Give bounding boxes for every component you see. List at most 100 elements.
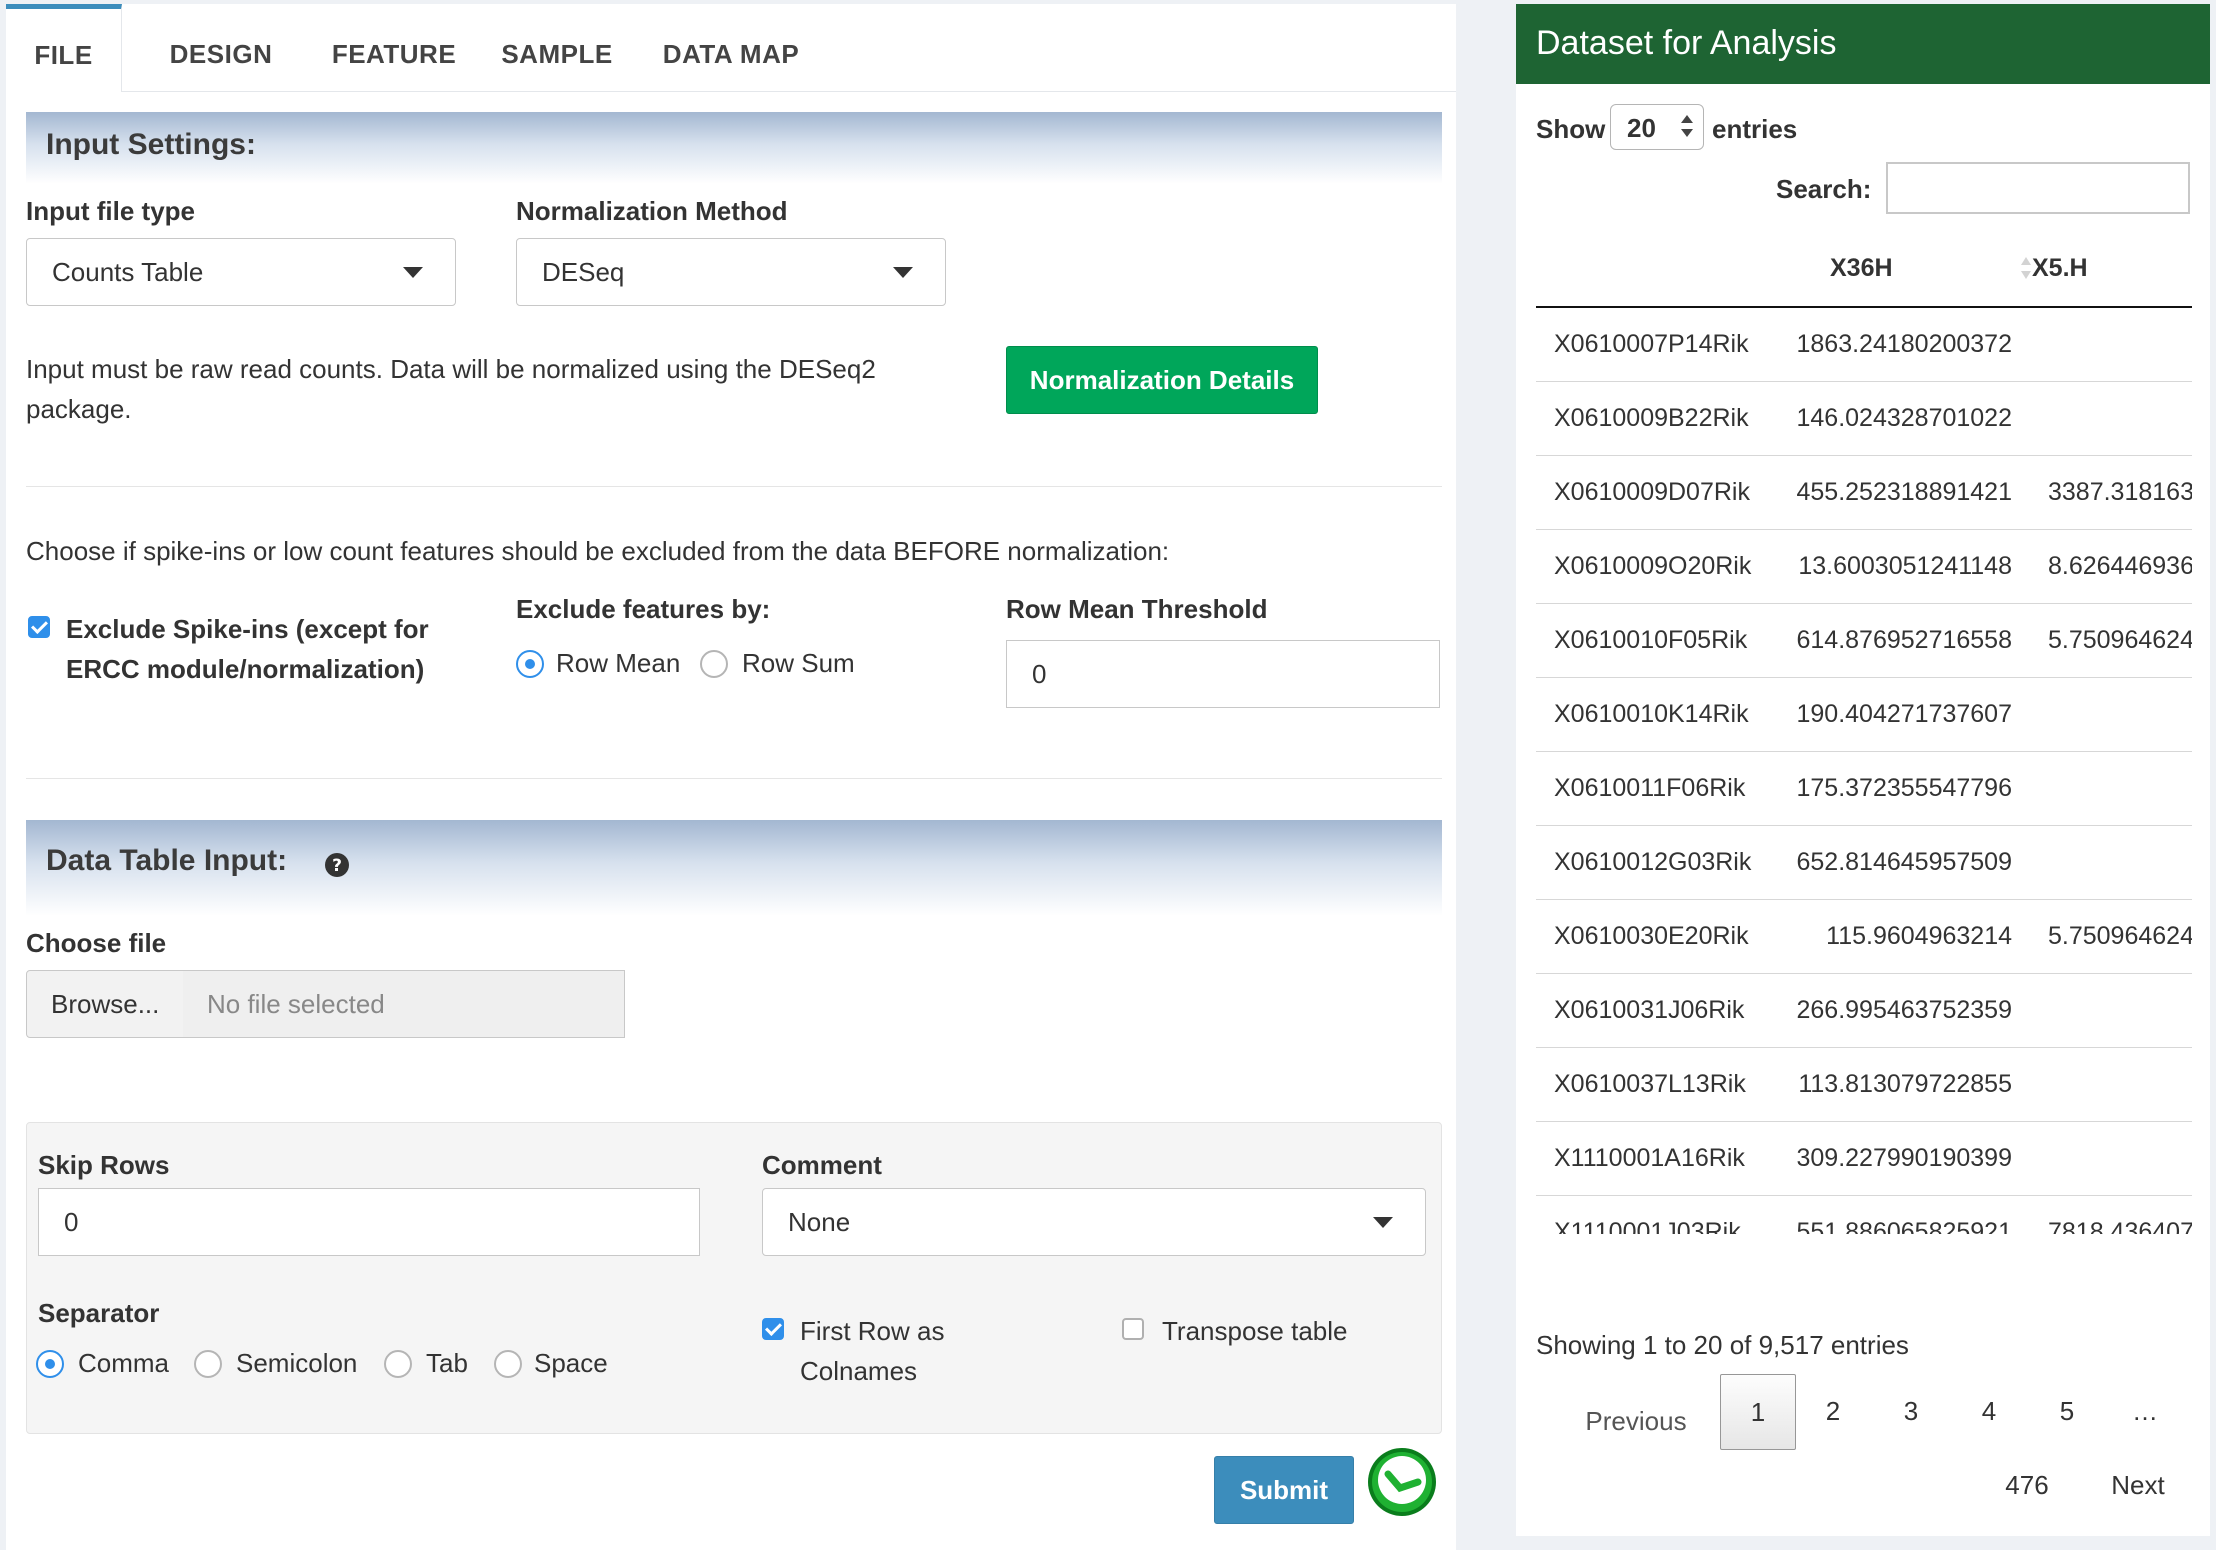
table-row[interactable]: X0610010K14Rik 190.404271737607: [1536, 678, 2192, 752]
table-row[interactable]: X0610009B22Rik 146.024328701022: [1536, 382, 2192, 456]
table-row[interactable]: X0610009D07Rik 455.252318891421 3387.31816…: [1536, 456, 2192, 530]
radio-space[interactable]: [494, 1350, 522, 1378]
pagination-page-3[interactable]: 3: [1876, 1386, 1946, 1456]
table-row[interactable]: X0610012G03Rik 652.814645957509: [1536, 826, 2192, 900]
radio-tab[interactable]: [384, 1350, 412, 1378]
column-header-x36h[interactable]: X36H: [1830, 254, 1893, 283]
entries-label: entries: [1712, 114, 1798, 144]
caret-down-icon: [403, 267, 423, 278]
pagination-next[interactable]: Next: [2088, 1460, 2188, 1510]
caret-down-icon: [893, 267, 913, 278]
normalization-details-button[interactable]: Normalization Details: [1006, 346, 1318, 414]
browse-button[interactable]: Browse...: [26, 970, 184, 1038]
file-options-well: [26, 1122, 1442, 1434]
pagination-page-1[interactable]: 1: [1720, 1374, 1796, 1450]
cell-x36h: 115.9604963214: [1826, 922, 2012, 950]
cell-x36h: 455.252318891421: [1796, 478, 2012, 506]
cell-feature-name: X0610007P14Rik: [1554, 330, 1749, 358]
pagination-last-page[interactable]: 476: [1982, 1460, 2072, 1510]
pagination-page-2[interactable]: 2: [1798, 1386, 1868, 1456]
cell-x36h: 13.6003051241148: [1798, 552, 2012, 580]
check-icon: [31, 617, 48, 634]
cell-feature-name: X0610009B22Rik: [1554, 404, 1749, 432]
input-settings-header: Input Settings:: [26, 112, 1442, 184]
tab-design[interactable]: DESIGN: [136, 4, 306, 92]
check-icon: [765, 1319, 782, 1336]
table-row[interactable]: X0610011F06Rik 175.372355547796: [1536, 752, 2192, 826]
dataset-title: Dataset for Analysis: [1536, 24, 1837, 62]
normalization-method-select[interactable]: DESeq: [516, 238, 946, 306]
input-value: 0: [1032, 659, 1047, 689]
pagination-page-5[interactable]: 5: [2032, 1386, 2102, 1456]
table-row[interactable]: X0610007P14Rik 1863.24180200372: [1536, 308, 2192, 382]
cell-feature-name: X0610011F06Rik: [1554, 774, 1746, 802]
normalization-description-line2: package.: [26, 394, 132, 424]
cell-x36h: 551.886065825921: [1796, 1218, 2012, 1234]
table-row[interactable]: X0610009O20Rik 13.6003051241148 8.62644693…: [1536, 530, 2192, 604]
cell-x5h: 8.626446936: [2048, 552, 2192, 580]
comment-select[interactable]: None: [762, 1188, 1426, 1256]
cell-x36h: 146.024328701022: [1796, 404, 2012, 432]
cell-x36h: 1863.24180200372: [1796, 330, 2012, 358]
show-label: Show: [1536, 114, 1606, 144]
divider: [26, 778, 1442, 779]
radio-row-sum-label: Row Sum: [742, 648, 855, 678]
first-row-colnames-checkbox[interactable]: [762, 1318, 784, 1340]
caret-down-icon: [1373, 1217, 1393, 1228]
pagination-previous[interactable]: Previous: [1576, 1386, 1696, 1456]
radio-row-sum[interactable]: [700, 650, 728, 678]
radio-comma-label: Comma: [78, 1348, 170, 1378]
normalization-description-line1: Input must be raw read counts. Data will…: [26, 354, 876, 384]
column-header-x5h[interactable]: X5.H: [2032, 254, 2088, 283]
table-row[interactable]: X0610037L13Rik 113.813079722855: [1536, 1048, 2192, 1122]
cell-feature-name: X1110001J03Rik: [1554, 1218, 1741, 1234]
submit-button[interactable]: Submit: [1214, 1456, 1354, 1524]
tab-feature[interactable]: FEATURE: [306, 4, 482, 92]
threshold-label: Row Mean Threshold: [1006, 594, 1268, 624]
threshold-input[interactable]: 0: [1006, 640, 1440, 708]
pagination-ellipsis: …: [2132, 1396, 2158, 1426]
table-row[interactable]: X1110001A16Rik 309.227990190399: [1536, 1122, 2192, 1196]
exclude-spikeins-label-line2: ERCC module/normalization): [66, 654, 425, 684]
search-input[interactable]: [1886, 162, 2190, 214]
select-value: DESeq: [542, 257, 625, 287]
input-file-type-select[interactable]: Counts Table: [26, 238, 456, 306]
cell-x36h: 175.372355547796: [1796, 774, 2012, 802]
select-value: Counts Table: [52, 257, 204, 287]
transpose-table-checkbox[interactable]: [1122, 1318, 1144, 1340]
radio-space-label: Space: [534, 1348, 608, 1378]
table-row[interactable]: X0610010F05Rik 614.876952716558 5.75096462…: [1536, 604, 2192, 678]
section-title: Data Table Input:: [46, 844, 288, 877]
pagination-page-4[interactable]: 4: [1954, 1386, 2024, 1456]
table-row[interactable]: X1110001J03Rik 551.886065825921 7818.43640…: [1536, 1196, 2192, 1234]
table-body: X0610007P14Rik 1863.24180200372 X0610009B2…: [1536, 308, 2192, 1234]
radio-semicolon[interactable]: [194, 1350, 222, 1378]
input-file-type-label: Input file type: [26, 196, 195, 226]
cell-feature-name: X0610009O20Rik: [1554, 552, 1752, 580]
transpose-table-label: Transpose table: [1162, 1316, 1348, 1346]
tab-sample[interactable]: SAMPLE: [482, 4, 632, 92]
cell-x36h: 266.995463752359: [1796, 996, 2012, 1024]
exclude-spikeins-checkbox[interactable]: [28, 616, 50, 638]
radio-row-mean[interactable]: [516, 650, 544, 678]
table-row[interactable]: X0610031J06Rik 266.995463752359: [1536, 974, 2192, 1048]
radio-semicolon-label: Semicolon: [236, 1348, 358, 1378]
skip-rows-input[interactable]: 0: [38, 1188, 700, 1256]
file-name-field[interactable]: No file selected: [183, 970, 625, 1038]
comment-label: Comment: [762, 1150, 882, 1180]
question-circle-icon[interactable]: ?: [324, 852, 350, 878]
cell-x36h: 309.227990190399: [1796, 1144, 2012, 1172]
cell-x5h: 5.750964624: [2048, 626, 2192, 654]
tab-file[interactable]: FILE: [6, 4, 122, 92]
radio-comma[interactable]: [36, 1350, 64, 1378]
radio-tab-label: Tab: [426, 1348, 468, 1378]
entries-select[interactable]: 20: [1610, 104, 1704, 150]
stepper-down-icon: [1681, 129, 1693, 137]
select-value: None: [788, 1207, 851, 1237]
cell-feature-name: X0610037L13Rik: [1554, 1070, 1746, 1098]
tab-data-map[interactable]: DATA MAP: [636, 4, 826, 92]
file-settings-panel: FILE DESIGN FEATURE SAMPLE DATA MAP Inpu…: [6, 4, 1456, 1550]
table-row[interactable]: X0610030E20Rik 115.9604963214 5.750964624: [1536, 900, 2192, 974]
search-label: Search:: [1776, 174, 1872, 204]
cell-x36h: 113.813079722855: [1798, 1070, 2012, 1098]
